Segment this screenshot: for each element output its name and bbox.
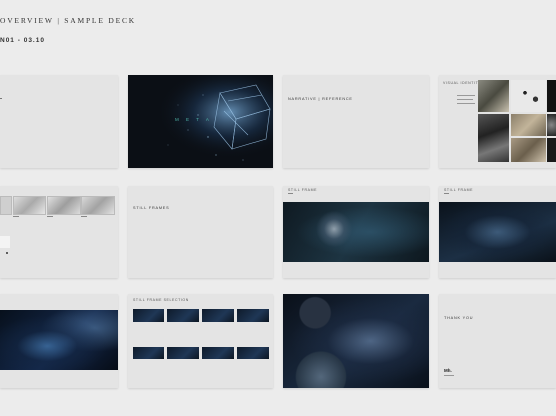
slide-mark bbox=[0, 98, 2, 99]
deck-title: OVERVIEW | SAMPLE DECK bbox=[0, 16, 136, 25]
slide-9-still-frame[interactable] bbox=[0, 294, 118, 388]
reference-image bbox=[511, 80, 546, 112]
slide-title: THANK YOU bbox=[444, 316, 474, 320]
text-line bbox=[457, 103, 475, 104]
sketch-thumbnail bbox=[0, 236, 10, 248]
reference-image bbox=[511, 138, 546, 162]
reference-image bbox=[478, 114, 509, 162]
slide-3-narrative[interactable]: NARRATIVE | REFERENCE bbox=[283, 75, 429, 168]
sketch-thumbnail bbox=[47, 196, 81, 215]
still-frame-image bbox=[439, 202, 556, 262]
slide-1-blank[interactable] bbox=[0, 75, 118, 168]
slide-6-still-frames-title[interactable]: STILL FRAMES bbox=[128, 186, 273, 278]
slide-2-meta-cover[interactable]: M E T A bbox=[128, 75, 273, 168]
frame-thumbnail bbox=[202, 347, 234, 359]
caption-line bbox=[13, 216, 19, 217]
slide-caption: STILL FRAME bbox=[288, 188, 318, 192]
frame-thumbnail bbox=[167, 309, 199, 322]
slide-5-sketches[interactable] bbox=[0, 186, 118, 278]
text-line bbox=[457, 99, 473, 100]
bullet-dot bbox=[6, 252, 8, 254]
caption-line bbox=[444, 193, 449, 194]
reference-image bbox=[547, 80, 556, 112]
slide-title: STILL FRAMES bbox=[133, 206, 170, 210]
caption-line bbox=[288, 193, 293, 194]
slide-8-still-frame[interactable]: STILL FRAME bbox=[439, 186, 556, 278]
slide-title: NARRATIVE | REFERENCE bbox=[288, 97, 353, 101]
text-line bbox=[457, 95, 475, 96]
meta-wordmark: M E T A bbox=[175, 117, 212, 122]
slide-7-still-frame[interactable]: STILL FRAME bbox=[283, 186, 429, 278]
sketch-thumbnail bbox=[13, 196, 46, 215]
slide-caption: STILL FRAME bbox=[444, 188, 474, 192]
still-frame-image bbox=[0, 310, 118, 370]
still-frame-image bbox=[283, 202, 429, 262]
slide-caption: VISUAL IDENTITY bbox=[443, 81, 482, 85]
caption-line bbox=[47, 216, 53, 217]
frame-thumbnail bbox=[237, 347, 269, 359]
logo-mark: Mh. bbox=[444, 368, 452, 373]
logo-tagline-line bbox=[444, 375, 454, 376]
frame-thumbnail bbox=[133, 309, 164, 322]
slide-4-visual-identity[interactable]: VISUAL IDENTITY bbox=[439, 75, 556, 168]
reference-image bbox=[511, 114, 546, 136]
slide-10-frame-selection[interactable]: STILL FRAME SELECTION bbox=[128, 294, 273, 388]
slide-12-thank-you[interactable]: THANK YOU Mh. bbox=[439, 294, 556, 388]
caption-line bbox=[81, 216, 87, 217]
frame-thumbnail bbox=[167, 347, 199, 359]
slide-11-planet-image[interactable] bbox=[283, 294, 429, 388]
reference-image bbox=[547, 114, 556, 136]
sketch-thumbnail bbox=[0, 196, 12, 215]
frame-thumbnail bbox=[202, 309, 234, 322]
frame-thumbnail bbox=[237, 309, 269, 322]
sketch-thumbnail bbox=[81, 196, 115, 215]
frame-thumbnail bbox=[133, 347, 164, 359]
reference-image bbox=[478, 80, 509, 112]
reference-image bbox=[547, 138, 556, 162]
deck-date: N01 - 03.10 bbox=[0, 37, 45, 44]
slide-caption: STILL FRAME SELECTION bbox=[133, 298, 189, 302]
